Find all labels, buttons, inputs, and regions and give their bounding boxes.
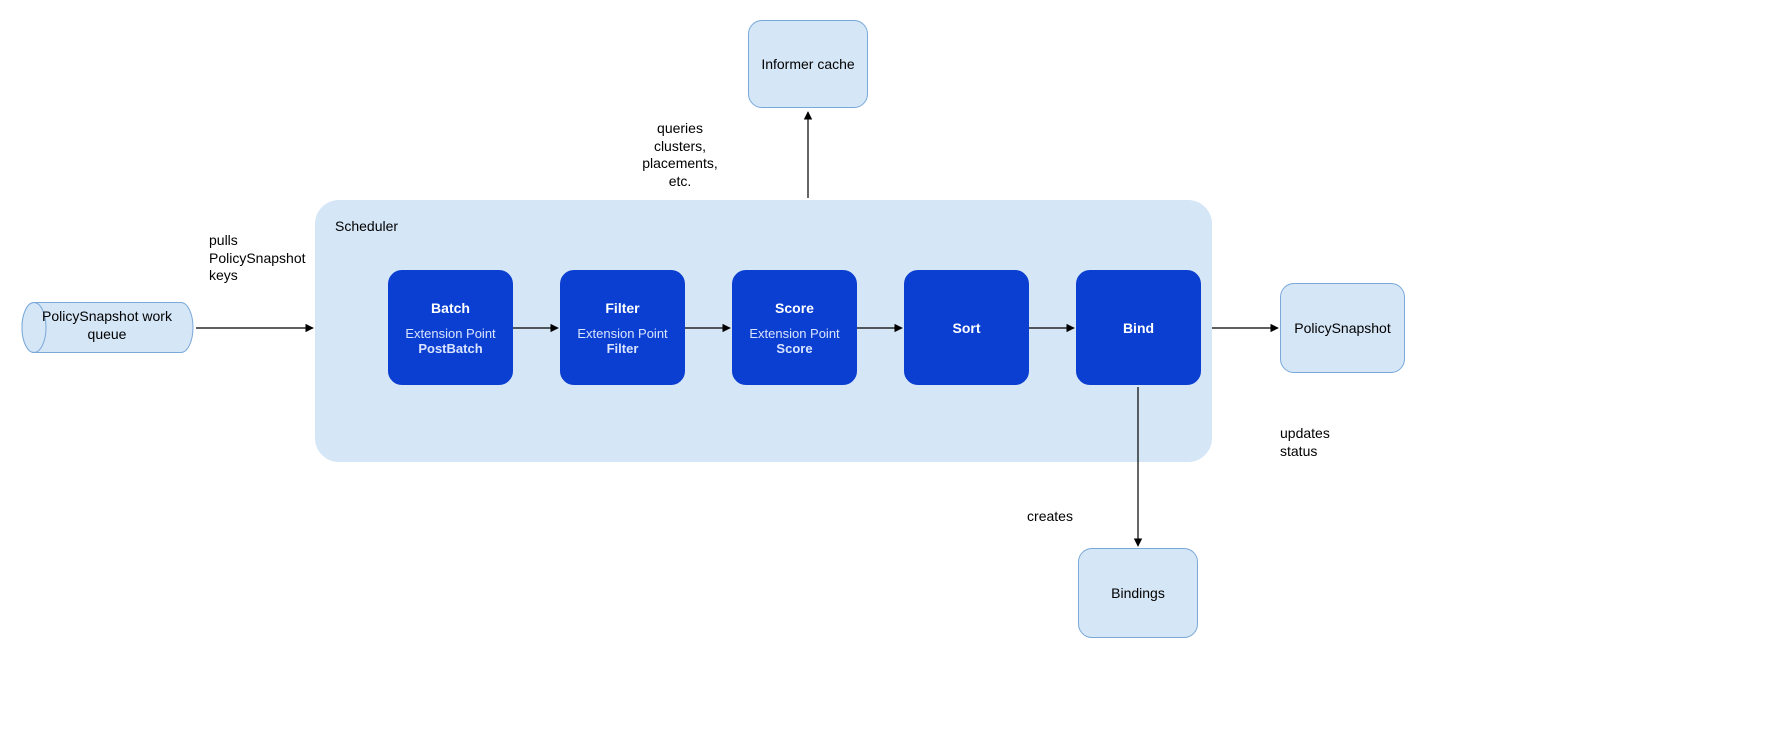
arrows-layer [0,0,1780,732]
diagram-canvas: Informer cache queries clusters, placeme… [0,0,1780,732]
